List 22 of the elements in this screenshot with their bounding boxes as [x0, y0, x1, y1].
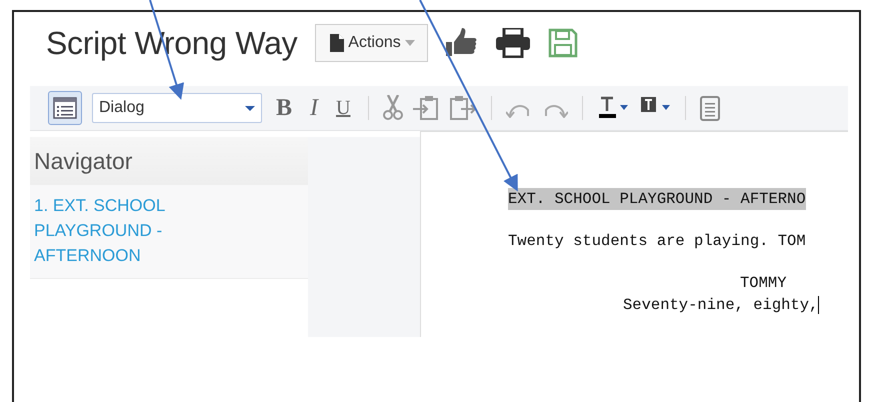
dialogue-line: Seventy-nine, eighty,	[623, 294, 820, 316]
element-type-select[interactable]: Dialog	[92, 93, 262, 123]
navigator-heading: Navigator	[30, 137, 308, 185]
actions-button[interactable]: Actions	[315, 24, 428, 62]
caret-icon	[245, 106, 255, 110]
scene-link[interactable]: 1. EXT. SCHOOL PLAYGROUND - AFTERNOON	[30, 185, 308, 279]
clipboard-icon[interactable]	[700, 95, 720, 121]
caret-icon	[404, 40, 415, 46]
cut-icon[interactable]	[383, 95, 404, 121]
document-icon	[330, 34, 344, 52]
text-color-icon[interactable]	[597, 96, 630, 120]
print-icon[interactable]	[496, 28, 530, 58]
save-icon[interactable]	[548, 28, 578, 58]
paste-out-icon[interactable]	[449, 95, 478, 121]
italic-button[interactable]: I	[306, 94, 322, 122]
character-line: TOMMY	[740, 273, 787, 294]
action-line: Twenty students are playing. TOM	[508, 231, 806, 252]
paste-icon[interactable]	[413, 95, 440, 121]
bold-button[interactable]: B	[272, 94, 296, 122]
underline-button[interactable]: U	[332, 96, 354, 120]
thumbs-up-icon[interactable]	[446, 28, 478, 58]
navigator-toggle[interactable]	[48, 91, 82, 125]
